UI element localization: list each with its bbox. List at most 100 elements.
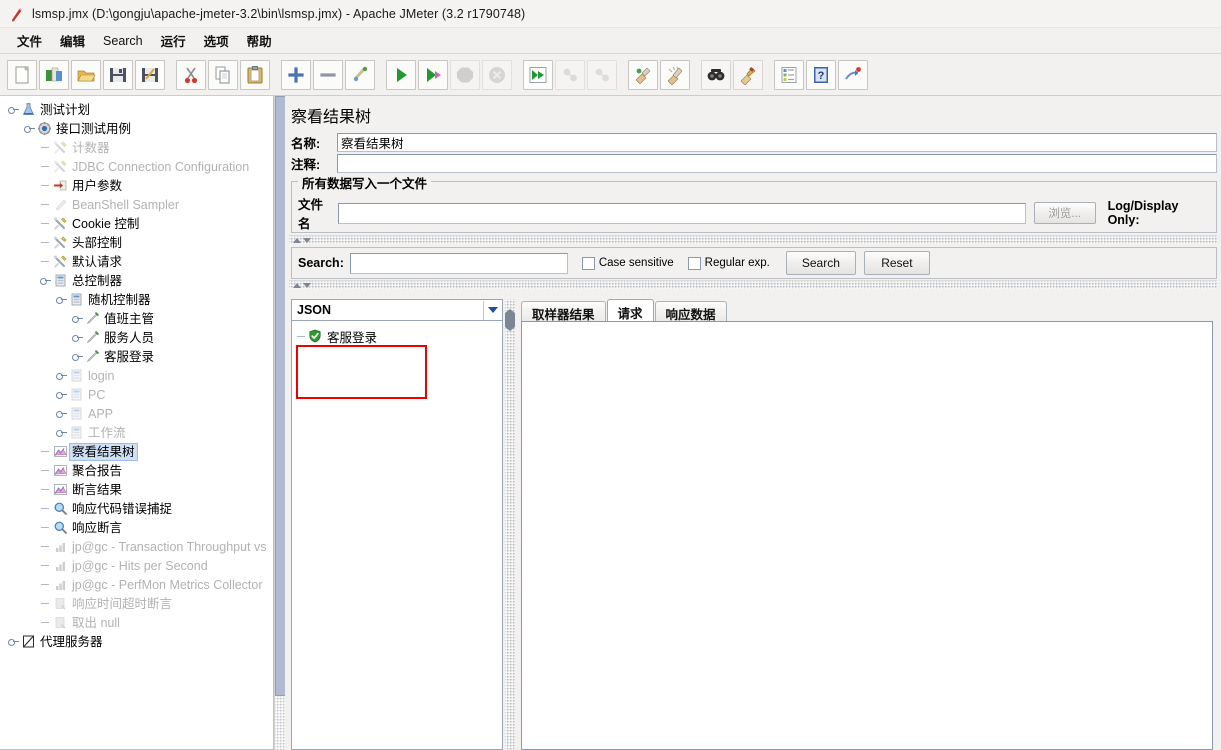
toolbar-function-helper[interactable]: [774, 59, 804, 90]
tree-node[interactable]: 响应时间超时断言: [0, 594, 273, 613]
case-sensitive-checkbox[interactable]: Case sensitive: [581, 256, 674, 270]
tree-node[interactable]: 代理服务器: [0, 632, 273, 651]
search-input[interactable]: [349, 252, 568, 274]
tree-node[interactable]: 响应断言: [0, 518, 273, 537]
splitter-up-arrow-icon-2[interactable]: [293, 283, 301, 288]
tree-expand-toggle-icon[interactable]: [8, 104, 19, 115]
results-splitter-arrows[interactable]: [505, 309, 515, 331]
tree-node[interactable]: jp@gc - Transaction Throughput vs: [0, 537, 273, 556]
tree-node[interactable]: 客服登录: [0, 347, 273, 366]
case-sensitive-box-icon[interactable]: [581, 256, 595, 270]
tree-expand-toggle-icon[interactable]: [72, 332, 83, 343]
chevron-down-icon[interactable]: [483, 300, 502, 320]
tree-node[interactable]: 接口测试用例: [0, 119, 273, 138]
tree-node[interactable]: 测试计划: [0, 100, 273, 119]
toolbar-templates[interactable]: [39, 59, 69, 90]
toolbar-start[interactable]: [386, 59, 416, 90]
tree-node[interactable]: jp@gc - PerfMon Metrics Collector: [0, 575, 273, 594]
regular-exp-box-icon[interactable]: [687, 256, 701, 270]
tab-content-area[interactable]: [521, 321, 1213, 750]
tab-sampler-result[interactable]: 取样器结果: [521, 301, 606, 322]
tree-expand-toggle-icon[interactable]: [56, 370, 67, 381]
toolbar-reset-search[interactable]: [733, 59, 763, 90]
toolbar-expand-all[interactable]: [281, 59, 311, 90]
tab-response-data[interactable]: 响应数据: [654, 301, 727, 322]
test-plan-tree[interactable]: 测试计划 接口测试用例 计数器 JDBC Connection Configurati…: [0, 96, 273, 651]
tree-node[interactable]: 取出 null: [0, 613, 273, 632]
tree-node[interactable]: 值班主管: [0, 309, 273, 328]
toolbar-collapse-all[interactable]: [313, 59, 343, 90]
tree-node[interactable]: BeanShell Sampler: [0, 195, 273, 214]
tree-node[interactable]: APP: [0, 404, 273, 423]
tree-expand-toggle-icon[interactable]: [8, 636, 19, 647]
toolbar-clear-all[interactable]: [660, 59, 690, 90]
toolbar-copy[interactable]: [208, 59, 238, 90]
tree-node[interactable]: 计数器: [0, 138, 273, 157]
tree-expand-toggle-icon[interactable]: [72, 313, 83, 324]
menu-help[interactable]: 帮助: [238, 28, 281, 53]
tree-node[interactable]: 察看结果树: [0, 442, 273, 461]
results-tree-item[interactable]: 客服登录: [292, 327, 502, 345]
toolbar-save-as[interactable]: [135, 59, 165, 90]
menu-search[interactable]: Search: [94, 31, 152, 51]
horizontal-splitter-bottom[interactable]: [289, 280, 1217, 289]
menu-edit[interactable]: 编辑: [51, 28, 94, 53]
menu-file[interactable]: 文件: [8, 28, 51, 53]
tree-node[interactable]: JDBC Connection Configuration: [0, 157, 273, 176]
horizontal-splitter-top[interactable]: [289, 235, 1217, 244]
tree-node[interactable]: 聚合报告: [0, 461, 273, 480]
tree-node[interactable]: Cookie 控制: [0, 214, 273, 233]
tree-expand-toggle-icon[interactable]: [40, 275, 51, 286]
tree-expand-toggle-icon[interactable]: [56, 389, 67, 400]
tree-expand-toggle-icon[interactable]: [72, 351, 83, 362]
comment-input[interactable]: [337, 154, 1217, 173]
tree-node[interactable]: PC: [0, 385, 273, 404]
results-list-pane[interactable]: JSON 客服登录: [291, 299, 503, 750]
tree-expand-toggle-icon[interactable]: [56, 294, 67, 305]
search-button[interactable]: Search: [785, 251, 856, 275]
tree-node[interactable]: jp@gc - Hits per Second: [0, 556, 273, 575]
tree-expand-toggle-icon[interactable]: [56, 408, 67, 419]
reset-button[interactable]: Reset: [863, 251, 930, 275]
splitter-right-arrow-icon[interactable]: [510, 309, 515, 331]
splitter-up-arrow-icon[interactable]: [293, 238, 301, 243]
tree-node[interactable]: login: [0, 366, 273, 385]
toolbar-remote-start-all[interactable]: [523, 59, 553, 90]
filename-input[interactable]: [338, 202, 1026, 224]
tab-request[interactable]: 请求: [606, 299, 654, 321]
toolbar-cut[interactable]: [176, 59, 206, 90]
tree-node[interactable]: 随机控制器: [0, 290, 273, 309]
toolbar-toggle[interactable]: [345, 59, 375, 90]
toolbar-undo[interactable]: [838, 59, 868, 90]
toolbar-save[interactable]: [103, 59, 133, 90]
tree-node[interactable]: 用户参数: [0, 176, 273, 195]
results-tree[interactable]: 客服登录: [292, 321, 502, 399]
tree-expand-toggle-icon[interactable]: [56, 427, 67, 438]
tree-node[interactable]: 断言结果: [0, 480, 273, 499]
tree-node[interactable]: 响应代码错误捕捉: [0, 499, 273, 518]
browse-button[interactable]: 浏览...: [1033, 202, 1096, 224]
toolbar-start-no-pauses[interactable]: [418, 59, 448, 90]
tree-node[interactable]: 总控制器: [0, 271, 273, 290]
tree-vertical-scrollbar[interactable]: [274, 96, 286, 750]
menu-run[interactable]: 运行: [152, 28, 195, 53]
toolbar-clear[interactable]: [628, 59, 658, 90]
toolbar-help[interactable]: ?: [806, 59, 836, 90]
renderer-combobox[interactable]: JSON: [292, 300, 502, 321]
toolbar-paste[interactable]: [240, 59, 270, 90]
splitter-arrows[interactable]: [293, 236, 311, 243]
regular-exp-checkbox[interactable]: Regular exp.: [687, 256, 770, 270]
splitter-arrows-2[interactable]: [293, 281, 311, 288]
tree-node[interactable]: 工作流: [0, 423, 273, 442]
splitter-down-arrow-icon-2[interactable]: [303, 283, 311, 288]
menu-options[interactable]: 选项: [195, 28, 238, 53]
tree-expand-toggle-icon[interactable]: [24, 123, 35, 134]
splitter-down-arrow-icon[interactable]: [303, 238, 311, 243]
toolbar-new[interactable]: [7, 59, 37, 90]
tree-node[interactable]: 头部控制: [0, 233, 273, 252]
toolbar-open[interactable]: [71, 59, 101, 90]
test-plan-tree-pane[interactable]: 测试计划 接口测试用例 计数器 JDBC Connection Configurati…: [0, 96, 274, 750]
toolbar-search[interactable]: [701, 59, 731, 90]
tree-node[interactable]: 服务人员: [0, 328, 273, 347]
tree-node[interactable]: 默认请求: [0, 252, 273, 271]
